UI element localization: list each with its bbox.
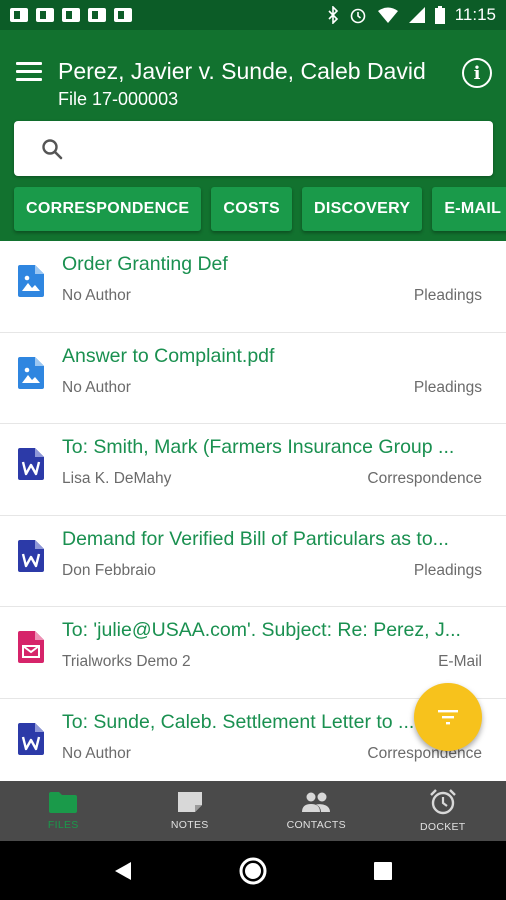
file-number: File 17-000003 (58, 89, 179, 109)
search-input[interactable] (78, 133, 478, 163)
bottom-navigation: FILES NOTES CONTACTS DOCKET (0, 781, 506, 841)
chip-email[interactable]: E-MAIL (432, 187, 506, 231)
nav-label: CONTACTS (286, 819, 346, 831)
image-file-icon (18, 356, 44, 389)
system-icons: 11:15 (327, 5, 496, 25)
home-icon[interactable] (238, 856, 268, 886)
alarm-icon (350, 8, 366, 24)
filter-icon (438, 710, 458, 725)
category-filter-chips: CORRESPONDENCE COSTS DISCOVERY E-MAIL (14, 187, 506, 231)
document-category: Correspondence (367, 470, 482, 487)
chip-discovery[interactable]: DISCOVERY (301, 187, 423, 231)
wifi-icon (377, 7, 398, 23)
search-icon (42, 139, 63, 160)
nav-label: FILES (47, 819, 79, 831)
document-category: Pleadings (413, 287, 482, 304)
teams-icon (10, 8, 28, 22)
filter-fab-button[interactable] (414, 683, 482, 751)
clock: 11:15 (454, 5, 496, 24)
search-box[interactable] (14, 121, 493, 176)
document-category: Pleadings (413, 378, 482, 396)
folder-icon (49, 792, 78, 813)
recents-icon[interactable] (373, 861, 393, 881)
document-author: No Author (62, 744, 131, 762)
list-item[interactable]: To: Smith, Mark (Farmers Insurance Group… (0, 424, 506, 516)
menu-icon[interactable] (16, 62, 42, 82)
document-author: Trialworks Demo 2 (62, 653, 191, 670)
nav-label: DOCKET (419, 821, 466, 833)
chip-costs[interactable]: COSTS (211, 187, 292, 231)
list-item[interactable]: Order Granting Def No Author Pleadings (0, 241, 506, 333)
teams-icon (36, 8, 54, 22)
document-title: Answer to Complaint.pdf (62, 344, 275, 367)
alarm-icon (429, 789, 456, 815)
teams-icon (62, 8, 80, 22)
nav-contacts[interactable]: CONTACTS (253, 781, 380, 841)
document-category: E-Mail (438, 653, 482, 670)
document-category: Correspondence (367, 744, 482, 762)
nav-notes[interactable]: NOTES (127, 781, 254, 841)
nav-label: NOTES (170, 819, 209, 831)
document-author: No Author (62, 378, 131, 396)
document-title: Order Granting Def (62, 253, 228, 275)
document-title: To: 'julie@USAA.com'. Subject: Re: Perez… (62, 619, 461, 641)
document-author: Lisa K. DeMahy (62, 470, 172, 487)
people-icon (302, 792, 331, 812)
nav-files[interactable]: FILES (0, 781, 127, 841)
document-title: Demand for Verified Bill of Particulars … (62, 527, 449, 550)
document-author: Don Febbraio (62, 561, 156, 579)
word-file-icon (18, 539, 44, 572)
email-file-icon (18, 631, 44, 663)
case-title: Perez, Javier v. Sunde, Caleb David (58, 58, 426, 84)
note-icon (177, 792, 202, 812)
word-file-icon (18, 722, 44, 755)
document-title: To: Smith, Mark (Farmers Insurance Group… (62, 436, 455, 458)
status-bar: 11:15 (0, 0, 506, 30)
battery-icon (434, 6, 445, 24)
back-icon[interactable] (113, 860, 133, 882)
chip-correspondence[interactable]: CORRESPONDENCE (14, 187, 202, 231)
outlook-icon (114, 8, 132, 22)
word-file-icon (18, 448, 44, 480)
list-item[interactable]: Answer to Complaint.pdf No Author Pleadi… (0, 333, 506, 424)
document-category: Pleadings (413, 561, 482, 579)
image-file-icon (18, 265, 44, 297)
document-author: No Author (62, 287, 131, 304)
list-item[interactable]: To: 'julie@USAA.com'. Subject: Re: Perez… (0, 607, 506, 699)
nav-docket[interactable]: DOCKET (380, 781, 506, 841)
system-navigation-bar (0, 841, 506, 900)
image-icon (88, 8, 106, 22)
signal-icon (408, 7, 425, 23)
list-item[interactable]: Demand for Verified Bill of Particulars … (0, 516, 506, 607)
bluetooth-icon (328, 6, 338, 24)
notification-icons (10, 8, 132, 22)
info-icon[interactable]: i (462, 58, 492, 88)
